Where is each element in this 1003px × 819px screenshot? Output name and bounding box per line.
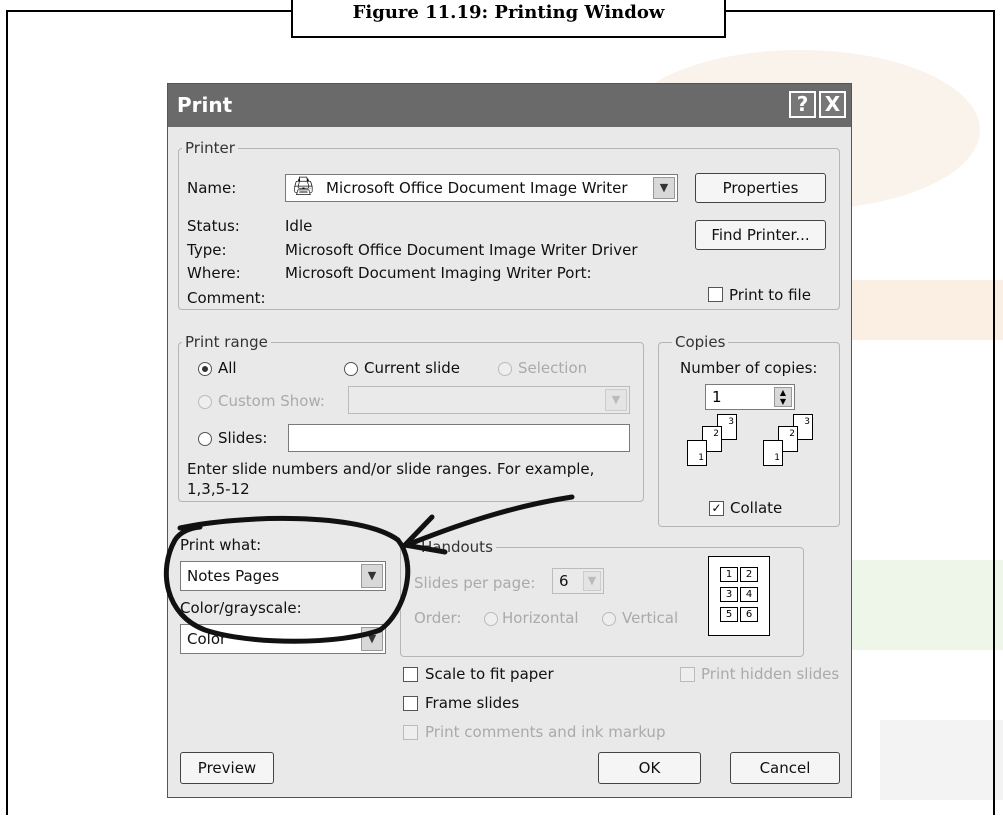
horizontal-label: Horizontal bbox=[502, 609, 579, 627]
order-label: Order: bbox=[414, 609, 462, 627]
handout-cell: 1 bbox=[720, 567, 738, 582]
printer-group-label: Printer bbox=[182, 139, 238, 157]
ok-button[interactable]: OK bbox=[598, 752, 701, 784]
handout-cell: 5 bbox=[720, 607, 738, 622]
help-icon[interactable]: ? bbox=[789, 91, 816, 118]
page-number: 1 bbox=[698, 453, 704, 463]
scale-to-fit-label: Scale to fit paper bbox=[425, 665, 554, 683]
copies-value: 1 bbox=[712, 388, 722, 406]
print-what-label: Print what: bbox=[180, 536, 262, 554]
page-number: 2 bbox=[789, 429, 795, 439]
frame-slides-checkbox[interactable] bbox=[403, 696, 418, 711]
collate-checkbox[interactable]: ✓ bbox=[709, 501, 724, 516]
collate-label: Collate bbox=[730, 499, 783, 517]
preview-button[interactable]: Preview bbox=[180, 752, 274, 784]
handout-cell: 6 bbox=[740, 607, 758, 622]
color-value: Color bbox=[187, 630, 227, 648]
vertical-label: Vertical bbox=[622, 609, 679, 627]
print-what-value: Notes Pages bbox=[187, 567, 280, 585]
handout-layout-icon: 1 2 3 4 5 6 bbox=[708, 556, 770, 636]
current-slide-radio[interactable] bbox=[344, 362, 358, 376]
vertical-radio[interactable] bbox=[602, 612, 616, 626]
page-number: 3 bbox=[804, 417, 810, 427]
printer-name-value: Microsoft Office Document Image Writer bbox=[326, 179, 628, 197]
chevron-down-icon[interactable]: ▼ bbox=[583, 571, 601, 591]
spinner-arrows-icon[interactable]: ▲ ▼ bbox=[774, 387, 792, 407]
chevron-down-icon[interactable]: ▼ bbox=[653, 177, 675, 199]
slides-input[interactable] bbox=[288, 424, 630, 452]
printer-icon: 🖨 bbox=[292, 176, 315, 197]
handout-cell: 4 bbox=[740, 587, 758, 602]
slides-hint: Enter slide numbers and/or slide ranges.… bbox=[187, 460, 595, 478]
chevron-down-icon[interactable]: ▼ bbox=[361, 564, 383, 588]
slides-per-page-label: Slides per page: bbox=[414, 574, 536, 592]
horizontal-radio[interactable] bbox=[484, 612, 498, 626]
print-to-file-label: Print to file bbox=[729, 286, 811, 304]
color-grayscale-label: Color/grayscale: bbox=[180, 599, 302, 617]
selection-radio[interactable] bbox=[498, 362, 512, 376]
copies-spinner[interactable]: 1 ▲ ▼ bbox=[705, 384, 795, 410]
properties-button[interactable]: Properties bbox=[695, 173, 826, 203]
close-icon[interactable]: X bbox=[819, 91, 846, 118]
where-value: Microsoft Document Imaging Writer Port: bbox=[285, 264, 592, 282]
print-what-select[interactable]: Notes Pages ▼ bbox=[180, 561, 386, 591]
number-of-copies-label: Number of copies: bbox=[680, 359, 818, 377]
all-label: All bbox=[218, 359, 237, 377]
copies-group-label: Copies bbox=[672, 333, 729, 351]
printer-name-select[interactable]: 🖨 Microsoft Office Document Image Writer… bbox=[285, 174, 678, 202]
custom-show-radio[interactable] bbox=[198, 395, 212, 409]
print-comments-checkbox[interactable] bbox=[403, 725, 418, 740]
chevron-down-icon[interactable]: ▼ bbox=[605, 389, 627, 411]
collate-icon-right: 3 2 1 bbox=[756, 414, 821, 480]
slides-label: Slides: bbox=[218, 429, 268, 447]
find-printer-button[interactable]: Find Printer... bbox=[695, 220, 826, 250]
slides-per-page-select[interactable]: 6 ▼ bbox=[552, 568, 604, 594]
page-number: 1 bbox=[774, 453, 780, 463]
name-label: Name: bbox=[187, 179, 237, 197]
comment-label: Comment: bbox=[187, 289, 266, 307]
cancel-button[interactable]: Cancel bbox=[730, 752, 840, 784]
type-label: Type: bbox=[187, 241, 227, 259]
where-label: Where: bbox=[187, 264, 241, 282]
status-value: Idle bbox=[285, 217, 313, 235]
selection-label: Selection bbox=[518, 359, 588, 377]
all-radio[interactable] bbox=[198, 362, 212, 376]
slides-radio[interactable] bbox=[198, 432, 212, 446]
page-number: 3 bbox=[728, 417, 734, 427]
page-number: 2 bbox=[713, 429, 719, 439]
status-label: Status: bbox=[187, 217, 240, 235]
print-range-group-label: Print range bbox=[182, 333, 271, 351]
print-to-file-checkbox[interactable] bbox=[708, 287, 723, 302]
print-hidden-checkbox[interactable] bbox=[680, 667, 695, 682]
print-comments-label: Print comments and ink markup bbox=[425, 723, 666, 741]
handout-cell: 3 bbox=[720, 587, 738, 602]
type-value: Microsoft Office Document Image Writer D… bbox=[285, 241, 638, 259]
print-hidden-label: Print hidden slides bbox=[701, 665, 840, 683]
chevron-down-icon[interactable]: ▼ bbox=[361, 627, 383, 651]
handout-cell: 2 bbox=[740, 567, 758, 582]
dialog-title: Print bbox=[177, 93, 233, 117]
handouts-group-label: Handouts bbox=[418, 538, 496, 556]
scale-to-fit-checkbox[interactable] bbox=[403, 667, 418, 682]
title-bar: Print ? X bbox=[168, 84, 851, 127]
slides-per-page-value: 6 bbox=[559, 572, 569, 590]
color-select[interactable]: Color ▼ bbox=[180, 624, 386, 654]
custom-show-label: Custom Show: bbox=[218, 392, 325, 410]
figure-caption: Figure 11.19: Printing Window bbox=[291, 0, 726, 38]
frame-slides-label: Frame slides bbox=[425, 694, 520, 712]
custom-show-select[interactable]: ▼ bbox=[348, 386, 630, 414]
collate-icon-left: 3 2 1 bbox=[680, 414, 745, 480]
current-slide-label: Current slide bbox=[364, 359, 461, 377]
slides-hint-example: 1,3,5-12 bbox=[187, 480, 250, 498]
print-dialog: Print ? X Printer Name: 🖨 Microsoft Offi… bbox=[167, 83, 852, 798]
